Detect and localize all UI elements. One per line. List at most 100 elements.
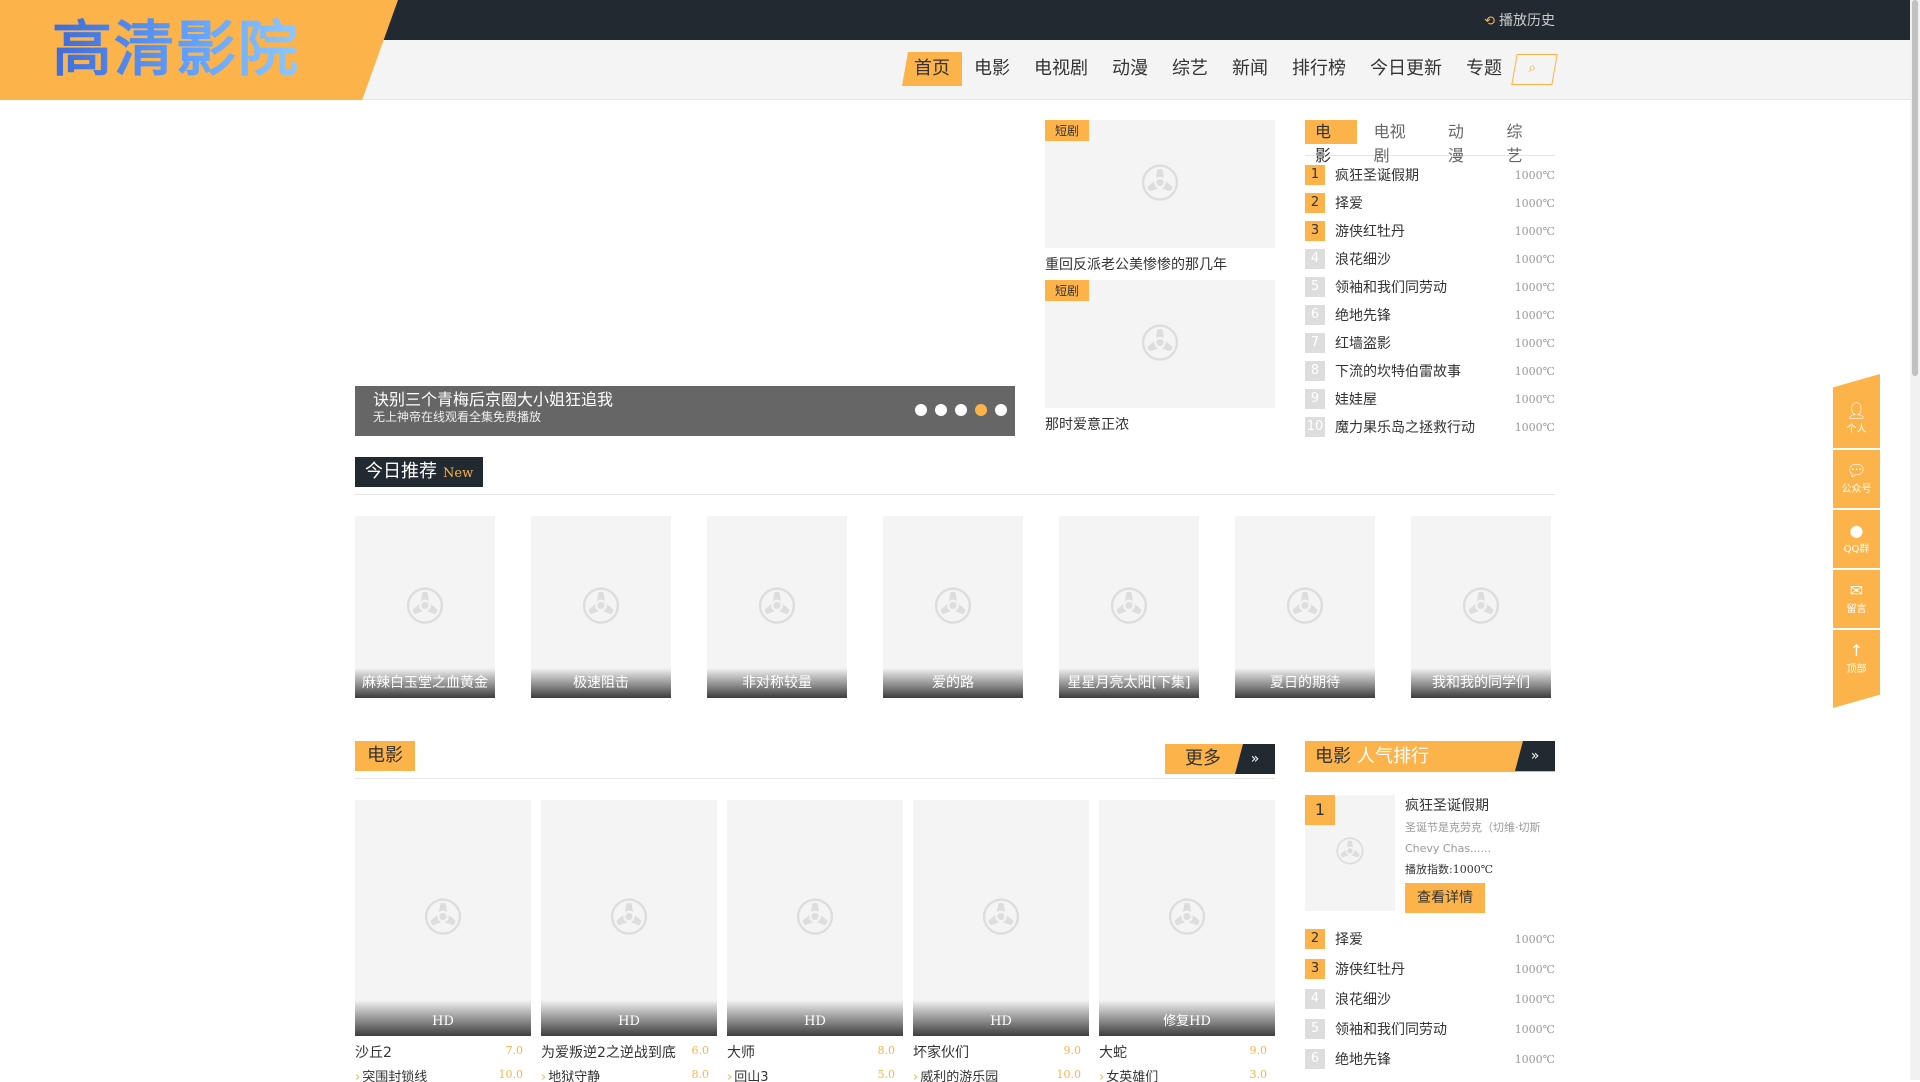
- logo[interactable]: 高清影院: [0, 0, 398, 100]
- movie-card[interactable]: ✇ HD 大师 8.0 › 回山3 5.0: [727, 800, 903, 1082]
- short-title[interactable]: 那时爱意正浓: [1045, 414, 1275, 434]
- popular-title[interactable]: 游侠红牡丹: [1335, 955, 1405, 985]
- poster-placeholder: ✇ HD: [355, 800, 531, 1036]
- scrollbar[interactable]: [1910, 0, 1920, 1080]
- rank-item[interactable]: 1 疯狂圣诞假期 1000℃: [1305, 162, 1555, 190]
- rank-title[interactable]: 择爱: [1335, 190, 1363, 218]
- movie-card[interactable]: ✇ HD 沙丘2 7.0 › 突围封锁线 10.0: [355, 800, 531, 1082]
- more-button[interactable]: 更多 »: [1165, 744, 1275, 774]
- rank-title[interactable]: 下流的坎特伯雷故事: [1335, 358, 1461, 386]
- popular-item[interactable]: 4 浪花细沙 1000℃: [1305, 985, 1555, 1015]
- carousel-dot[interactable]: [935, 404, 947, 416]
- rank-item[interactable]: 4 浪花细沙 1000℃: [1305, 246, 1555, 274]
- today-card[interactable]: ✇ 麻辣白玉堂之血黄金: [355, 516, 495, 698]
- rank-item[interactable]: 10 魔力果乐岛之拯救行动 1000℃: [1305, 414, 1555, 442]
- today-card-title: 麻辣白玉堂之血黄金: [355, 668, 495, 698]
- rank-title[interactable]: 红墙盗影: [1335, 330, 1391, 358]
- banner-title[interactable]: 诀别三个青梅后京圈大小姐狂追我: [373, 386, 613, 410]
- sidebar-qq[interactable]: ● QQ群: [1833, 522, 1880, 556]
- sidebar-label: 留言: [1846, 604, 1867, 615]
- double-chevron-right-icon[interactable]: »: [1515, 741, 1555, 771]
- search-button[interactable]: ⌕: [1511, 54, 1558, 85]
- short-title[interactable]: 重回反派老公美惨惨的那几年: [1045, 254, 1275, 274]
- carousel-dot[interactable]: [995, 404, 1007, 416]
- rank-title[interactable]: 疯狂圣诞假期: [1335, 162, 1419, 190]
- movie-card[interactable]: ✇ 修复HD 大蛇 9.0 › 女英雄们 3.0: [1099, 800, 1275, 1082]
- nav-movies[interactable]: 电影: [962, 52, 1022, 86]
- banner-carousel[interactable]: 诀别三个青梅后京圈大小姐狂追我 无上神帝在线观看全集免费播放: [355, 120, 1015, 436]
- movie-title-2[interactable]: 回山3: [734, 1070, 768, 1082]
- view-details-button[interactable]: 查看详情: [1405, 883, 1485, 913]
- rank-item[interactable]: 8 下流的坎特伯雷故事 1000℃: [1305, 358, 1555, 386]
- popular-item[interactable]: 2 择爱 1000℃: [1305, 925, 1555, 955]
- rank-title[interactable]: 浪花细沙: [1335, 246, 1391, 274]
- movie-card[interactable]: ✇ HD 为爱叛逆2之逆战到底 6.0 › 地狱守静 8.0: [541, 800, 717, 1082]
- today-card[interactable]: ✇ 夏日的期待: [1235, 516, 1375, 698]
- sidebar-wechat[interactable]: 💬︎ 公众号: [1833, 462, 1880, 496]
- popular-title[interactable]: 绝地先锋: [1335, 1045, 1391, 1075]
- today-card[interactable]: ✇ 爱的路: [883, 516, 1023, 698]
- popular-heat: 1000℃: [1514, 993, 1555, 1006]
- popular-top-title[interactable]: 疯狂圣诞假期: [1405, 795, 1489, 815]
- popular-top-item[interactable]: ✇ 1 疯狂圣诞假期 圣诞节是克劳克（切维·切斯Chevy Chas......…: [1305, 795, 1555, 913]
- nav-variety[interactable]: 综艺: [1160, 52, 1220, 86]
- film-reel-icon: ✇: [580, 579, 622, 635]
- film-reel-icon: ✇: [1166, 890, 1208, 946]
- rank-tab-variety[interactable]: 综艺: [1496, 120, 1548, 165]
- popular-top-desc: 圣诞节是克劳克（切维·切斯Chevy Chas......: [1405, 821, 1541, 855]
- today-card[interactable]: ✇ 我和我的同学们: [1411, 516, 1551, 698]
- carousel-dot-active[interactable]: [975, 404, 987, 416]
- nav-home[interactable]: 首页: [902, 52, 962, 86]
- movie-title-2[interactable]: 女英雄们: [1106, 1070, 1158, 1082]
- popular-title[interactable]: 领袖和我们同劳动: [1335, 1015, 1447, 1045]
- sidebar-label: 顶部: [1846, 664, 1867, 675]
- movie-title[interactable]: 坏家伙们: [913, 1045, 969, 1061]
- rank-item[interactable]: 2 择爱 1000℃: [1305, 190, 1555, 218]
- today-card[interactable]: ✇ 非对称较量: [707, 516, 847, 698]
- nav-topics[interactable]: 专题: [1454, 52, 1514, 86]
- movie-title-2[interactable]: 威利的游乐园: [920, 1070, 998, 1082]
- rank-heat: 1000℃: [1514, 197, 1555, 210]
- sidebar-personal[interactable]: 👤︎ 个人: [1833, 402, 1880, 436]
- rank-tab-anime[interactable]: 动漫: [1438, 120, 1490, 165]
- movie-title[interactable]: 大蛇: [1099, 1045, 1127, 1061]
- rank-title[interactable]: 游侠红牡丹: [1335, 218, 1405, 246]
- movie-title-2[interactable]: 突围封锁线: [362, 1070, 427, 1082]
- rank-item[interactable]: 5 领袖和我们同劳动 1000℃: [1305, 274, 1555, 302]
- play-history-link[interactable]: ⟲ 播放历史: [1484, 10, 1555, 30]
- rank-title[interactable]: 娃娃屋: [1335, 386, 1377, 414]
- popular-title[interactable]: 择爱: [1335, 925, 1363, 955]
- short-card[interactable]: 短剧 ✇ 那时爱意正浓: [1045, 280, 1275, 434]
- nav-today-update[interactable]: 今日更新: [1358, 52, 1454, 86]
- nav-anime[interactable]: 动漫: [1100, 52, 1160, 86]
- rank-title[interactable]: 魔力果乐岛之拯救行动: [1335, 414, 1475, 442]
- movie-title-2[interactable]: 地狱守静: [548, 1070, 600, 1082]
- rank-item[interactable]: 3 游侠红牡丹 1000℃: [1305, 218, 1555, 246]
- popular-item[interactable]: 6 绝地先锋 1000℃: [1305, 1045, 1555, 1075]
- movie-card[interactable]: ✇ HD 坏家伙们 9.0 › 威利的游乐园 10.0: [913, 800, 1089, 1082]
- carousel-dot[interactable]: [915, 404, 927, 416]
- nav-news[interactable]: 新闻: [1220, 52, 1280, 86]
- carousel-dot[interactable]: [955, 404, 967, 416]
- movie-title[interactable]: 大师: [727, 1045, 755, 1061]
- rank-tab-movie[interactable]: 电影: [1305, 120, 1357, 165]
- nav-ranking[interactable]: 排行榜: [1280, 52, 1358, 86]
- today-card[interactable]: ✇ 极速阻击: [531, 516, 671, 698]
- movie-title[interactable]: 为爱叛逆2之逆战到底: [541, 1045, 676, 1061]
- movie-title[interactable]: 沙丘2: [355, 1045, 392, 1061]
- sidebar-top[interactable]: ↑ 顶部: [1833, 642, 1880, 676]
- popular-title[interactable]: 浪花细沙: [1335, 985, 1391, 1015]
- popular-item[interactable]: 3 游侠红牡丹 1000℃: [1305, 955, 1555, 985]
- scrollbar-thumb[interactable]: [1912, 0, 1918, 376]
- popular-item[interactable]: 5 领袖和我们同劳动 1000℃: [1305, 1015, 1555, 1045]
- rank-tab-tv[interactable]: 电视剧: [1364, 120, 1431, 165]
- sidebar-message[interactable]: ✉ 留言: [1833, 582, 1880, 616]
- nav-tv[interactable]: 电视剧: [1022, 52, 1100, 86]
- rank-item[interactable]: 7 红墙盗影 1000℃: [1305, 330, 1555, 358]
- short-card[interactable]: 短剧 ✇ 重回反派老公美惨惨的那几年: [1045, 120, 1275, 274]
- rank-title[interactable]: 领袖和我们同劳动: [1335, 274, 1447, 302]
- rank-item[interactable]: 6 绝地先锋 1000℃: [1305, 302, 1555, 330]
- rank-title[interactable]: 绝地先锋: [1335, 302, 1391, 330]
- rank-item[interactable]: 9 娃娃屋 1000℃: [1305, 386, 1555, 414]
- today-card[interactable]: ✇ 星星月亮太阳[下集]: [1059, 516, 1199, 698]
